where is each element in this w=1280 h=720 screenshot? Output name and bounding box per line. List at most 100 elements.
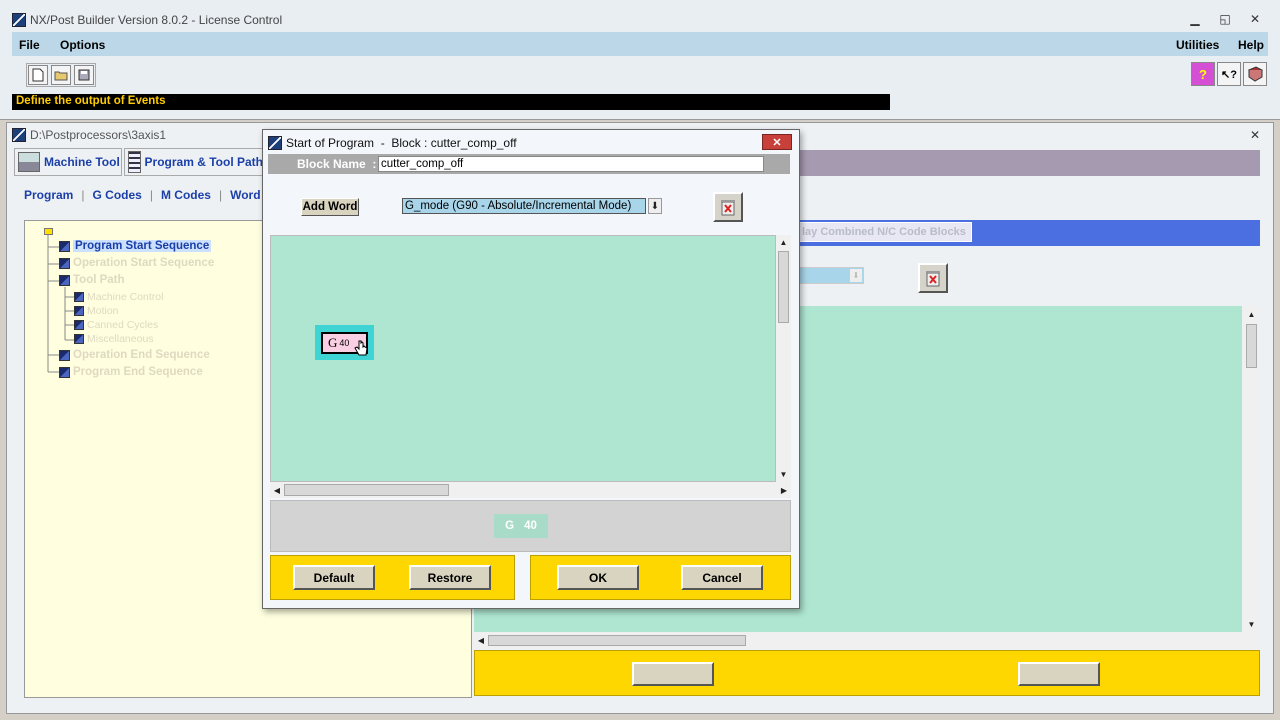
tree-item[interactable]: Operation Start Sequence: [59, 257, 214, 269]
tree-item-label: Miscellaneous: [87, 333, 154, 345]
default-button[interactable]: Default: [293, 565, 375, 590]
main-tab-label: Program & Tool Path: [144, 155, 263, 169]
bg-cancel-button[interactable]: [1018, 662, 1100, 686]
tool-path-icon: [128, 151, 141, 173]
cancel-label: Cancel: [702, 570, 742, 585]
add-word-button[interactable]: Add Word: [301, 198, 359, 216]
tree-item-label: Program End Sequence: [73, 366, 203, 378]
bg-trash-icon[interactable]: [918, 263, 948, 293]
bg-scroll-thumb[interactable]: [1246, 324, 1257, 368]
tab-m-codes[interactable]: M Codes: [153, 188, 219, 202]
menu-options[interactable]: Options: [60, 38, 105, 52]
child-header-band: [798, 150, 1260, 176]
window-controls: ▁ ◱ ✕: [1184, 10, 1266, 28]
toolbar: [12, 58, 1268, 92]
block-name-field[interactable]: cutter_comp_off: [378, 156, 764, 172]
sequence-icon: [59, 366, 70, 378]
trash-icon[interactable]: [713, 192, 743, 222]
main-titlebar: NX/Post Builder Version 8.0.2 - License …: [0, 8, 1280, 32]
maximize-icon[interactable]: ◱: [1214, 10, 1236, 28]
scroll-left-icon[interactable]: ◀: [270, 482, 284, 498]
ok-label: OK: [589, 570, 607, 585]
app-icon: [12, 13, 26, 27]
open-folder-icon[interactable]: [51, 65, 71, 85]
sequence-icon: [59, 274, 70, 286]
word-chip-value: 40: [339, 338, 350, 348]
restore-button[interactable]: Restore: [409, 565, 491, 590]
menu-file[interactable]: File: [19, 38, 40, 52]
dialog-hscrollbar[interactable]: ◀ ▶: [270, 482, 791, 498]
main-tab-label: Machine Tool: [44, 155, 120, 169]
bg-scroll-left-icon[interactable]: ◀: [474, 632, 488, 649]
block-name-label: Block Name :: [297, 157, 377, 171]
tab-program[interactable]: Program: [16, 188, 81, 202]
sequence-icon: [74, 306, 84, 316]
tree-root-icon: [44, 228, 53, 235]
dialog-close-button[interactable]: ✕: [762, 134, 792, 150]
bg-scroll-up-icon[interactable]: ▲: [1243, 306, 1260, 322]
scroll-down-icon[interactable]: ▼: [776, 467, 791, 482]
main-tab-program-tool-path[interactable]: Program & Tool Path: [124, 148, 264, 176]
tree-item-label: Operation Start Sequence: [73, 257, 215, 269]
dialog-vscrollbar[interactable]: ▲ ▼: [776, 235, 791, 482]
bg-hscrollbar[interactable]: ◀: [474, 632, 1260, 649]
help-toolbar: ? ↖?: [1191, 62, 1267, 86]
sequence-icon: [74, 320, 84, 330]
sequence-icon: [74, 334, 84, 344]
tree-item[interactable]: Operation End Sequence: [59, 349, 210, 361]
bg-dropdown-arrow-icon[interactable]: ⬇: [850, 269, 862, 282]
scroll-right-icon[interactable]: ▶: [777, 482, 791, 498]
tree-item[interactable]: Program Start Sequence: [59, 240, 212, 252]
bg-vscrollbar[interactable]: ▲ ▼: [1243, 306, 1260, 632]
bg-scroll-down-icon[interactable]: ▼: [1243, 616, 1260, 632]
tree-item[interactable]: Program End Sequence: [59, 366, 203, 378]
balloon-help-icon[interactable]: ?: [1191, 62, 1215, 86]
hand-cursor-icon: [354, 340, 368, 356]
save-icon[interactable]: [74, 65, 94, 85]
word-select-dropdown-icon[interactable]: ⬇: [648, 198, 662, 214]
output-preview: G 40: [494, 514, 548, 538]
manual-book-icon[interactable]: [1243, 62, 1267, 86]
bg-default-button[interactable]: [632, 662, 714, 686]
menu-help[interactable]: Help: [1238, 38, 1264, 52]
main-tab-machine-tool[interactable]: Machine Tool: [14, 148, 122, 176]
tree-item-label: Machine Control: [87, 291, 164, 303]
tree-item[interactable]: Tool Path: [59, 274, 125, 286]
close-icon[interactable]: ✕: [1244, 10, 1266, 28]
ok-button[interactable]: OK: [557, 565, 639, 590]
child-titlebar: D:\Postprocessors\3axis1: [12, 126, 166, 144]
child-close-icon[interactable]: ✕: [1244, 126, 1266, 144]
bg-hscroll-thumb[interactable]: [488, 635, 746, 646]
default-label: Default: [313, 570, 355, 585]
new-file-icon[interactable]: [28, 65, 48, 85]
tree-item-label: Motion: [87, 305, 119, 317]
dialog-app-icon: [268, 136, 282, 150]
tree-item[interactable]: Canned Cycles: [74, 319, 158, 331]
restore-label: Restore: [427, 570, 473, 585]
word-select[interactable]: G_mode (G90 - Absolute/Incremental Mode): [402, 198, 646, 214]
tab-g-codes[interactable]: G Codes: [84, 188, 149, 202]
tree-item[interactable]: Machine Control: [74, 291, 163, 303]
tree-item-label: Tool Path: [73, 274, 125, 286]
dialog-titlebar: Start of Program - Block : cutter_comp_o…: [268, 134, 517, 152]
scroll-thumb[interactable]: [778, 251, 789, 323]
sequence-icon: [59, 240, 70, 252]
tree-item[interactable]: Miscellaneous: [74, 333, 154, 345]
minimize-icon[interactable]: ▁: [1184, 10, 1206, 28]
hscroll-thumb[interactable]: [284, 484, 449, 496]
display-combined-blocks-label: lay Combined N/C Code Blocks: [802, 226, 966, 238]
tree-item-label: Operation End Sequence: [73, 349, 210, 361]
sequence-icon: [74, 292, 84, 302]
word-chip-letter: G: [328, 335, 338, 350]
context-help-icon[interactable]: ↖?: [1217, 62, 1241, 86]
sequence-icon: [59, 257, 70, 269]
menubar: [12, 32, 1268, 56]
cancel-button[interactable]: Cancel: [681, 565, 763, 590]
add-word-label: Add Word: [302, 201, 358, 213]
sub-tabs: Program | G Codes | M Codes | Word Su: [16, 188, 287, 202]
main-title: NX/Post Builder Version 8.0.2 - License …: [30, 13, 283, 27]
tree-item[interactable]: Motion: [74, 305, 119, 317]
scroll-up-icon[interactable]: ▲: [776, 235, 791, 250]
menu-utilities[interactable]: Utilities: [1176, 38, 1219, 52]
display-combined-blocks-button[interactable]: lay Combined N/C Code Blocks: [798, 222, 972, 242]
